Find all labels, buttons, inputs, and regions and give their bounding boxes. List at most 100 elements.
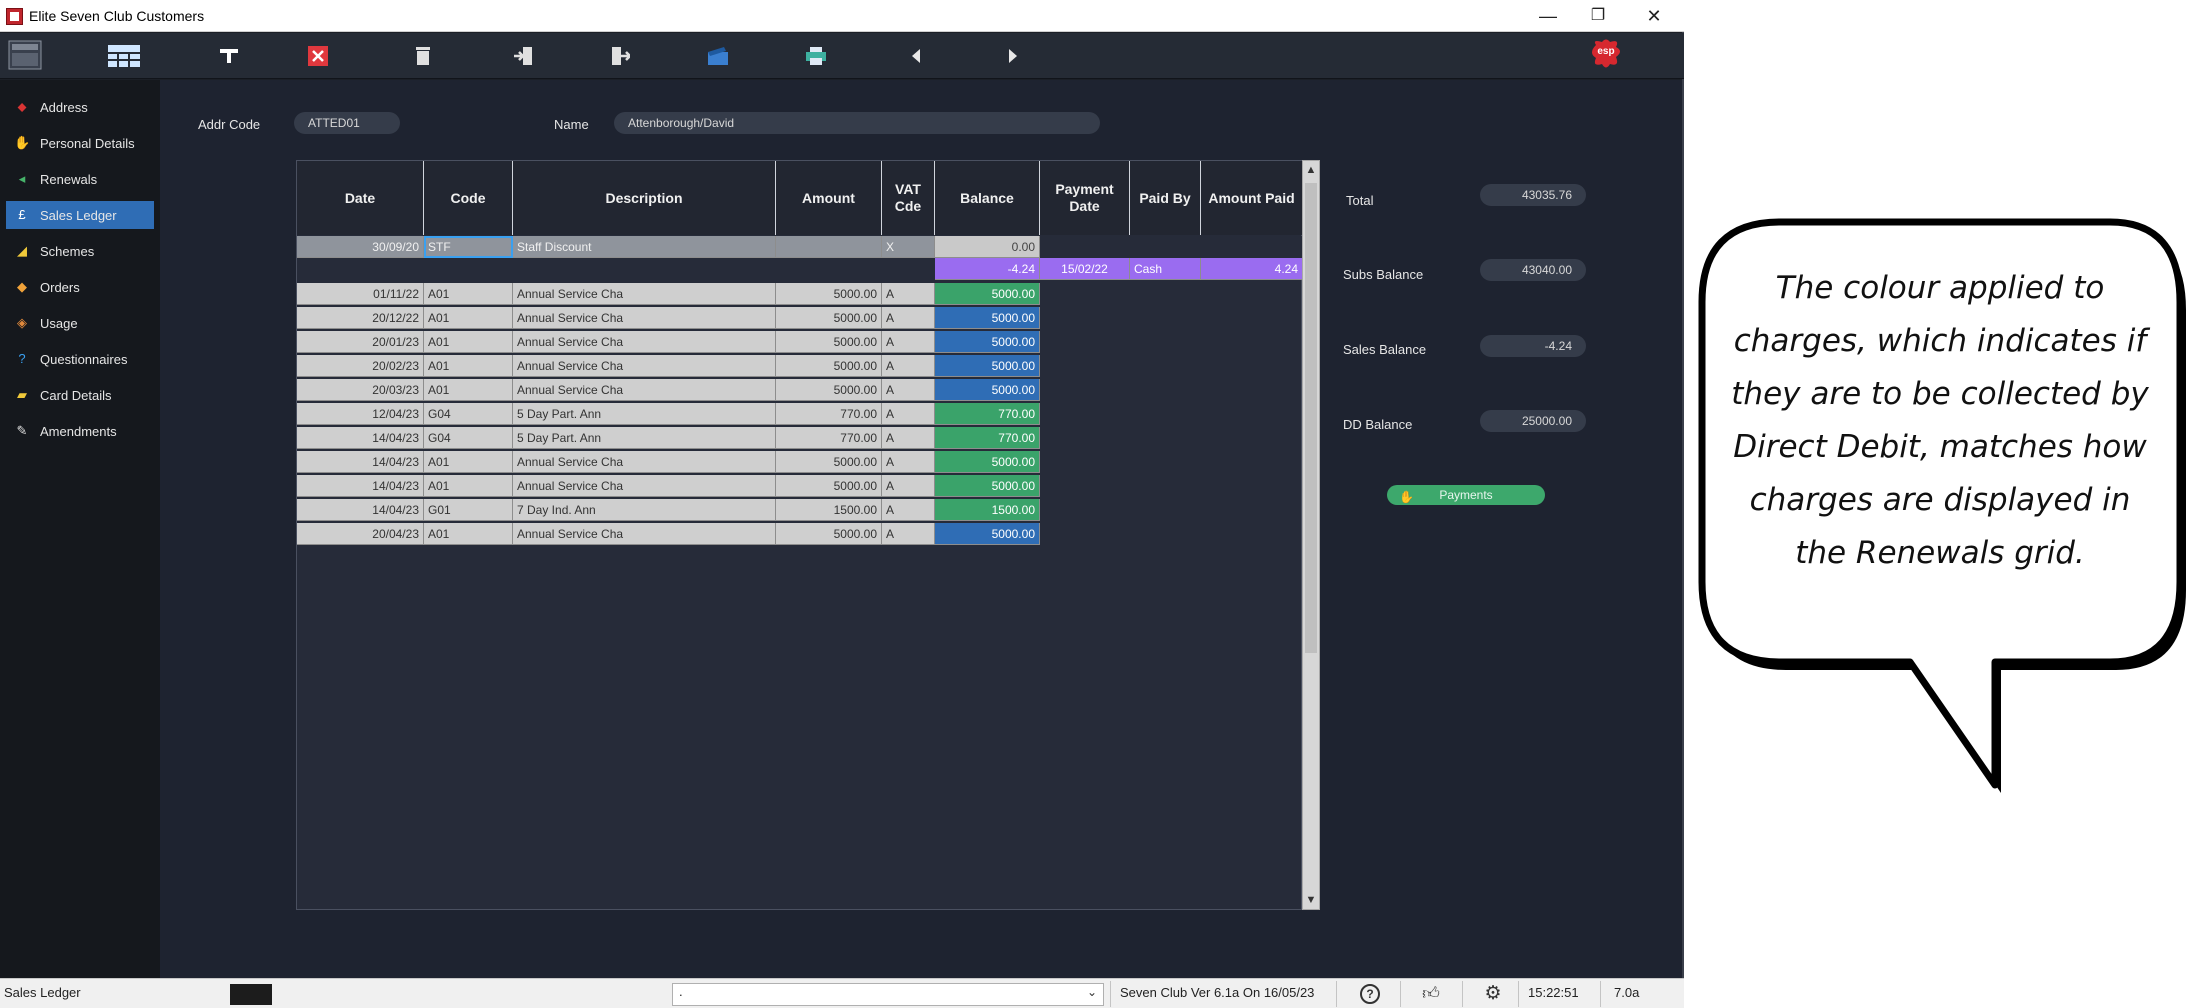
ledger-cell-amount[interactable] bbox=[776, 236, 882, 258]
ledger-cell-balance[interactable]: 5000.00 bbox=[935, 283, 1040, 305]
ledger-cell-amount[interactable]: 1500.00 bbox=[776, 499, 882, 521]
sidebar-item-schemes[interactable]: ◢ Schemes bbox=[6, 237, 154, 265]
ledger-cell-vat[interactable]: A bbox=[882, 379, 935, 401]
payments-button[interactable]: ✋ Payments bbox=[1387, 485, 1545, 505]
ledger-cell-balance[interactable]: 5000.00 bbox=[935, 523, 1040, 545]
ledger-cell-date[interactable]: 14/04/23 bbox=[297, 475, 424, 497]
ledger-cell-vat[interactable]: A bbox=[882, 451, 935, 473]
ledger-cell-paid-by[interactable]: Cash bbox=[1130, 258, 1201, 280]
ledger-cell-date[interactable]: 14/04/23 bbox=[297, 451, 424, 473]
ledger-cell-vat[interactable]: A bbox=[882, 427, 935, 449]
ledger-cell-vat[interactable]: A bbox=[882, 283, 935, 305]
ledger-cell-balance[interactable]: 0.00 bbox=[935, 236, 1040, 258]
ledger-cell-date[interactable]: 14/04/23 bbox=[297, 427, 424, 449]
ledger-cell-date[interactable]: 12/04/23 bbox=[297, 403, 424, 425]
ledger-cell-vat[interactable]: A bbox=[882, 355, 935, 377]
ledger-cell-description[interactable]: Annual Service Cha bbox=[513, 523, 776, 545]
scroll-thumb[interactable] bbox=[1305, 183, 1317, 653]
name-field[interactable]: Attenborough/David bbox=[614, 112, 1100, 134]
grid-view-icon[interactable] bbox=[106, 42, 142, 70]
ledger-cell-date[interactable]: 20/01/23 bbox=[297, 331, 424, 353]
column-header-balance[interactable]: Balance bbox=[935, 161, 1040, 235]
ledger-cell-description[interactable]: 5 Day Part. Ann bbox=[513, 403, 776, 425]
ledger-cell-description[interactable]: Annual Service Cha bbox=[513, 331, 776, 353]
ledger-cell-vat[interactable]: A bbox=[882, 475, 935, 497]
minimize-button[interactable]: — bbox=[1530, 4, 1566, 28]
ledger-cell-balance[interactable]: 5000.00 bbox=[935, 331, 1040, 353]
status-dropdown[interactable]: . ⌄ bbox=[672, 983, 1104, 1006]
ledger-cell-vat[interactable]: X bbox=[882, 236, 935, 258]
sidebar-item-personal-details[interactable]: ✋ Personal Details bbox=[6, 129, 154, 157]
ledger-cell-code[interactable]: STF bbox=[424, 236, 513, 258]
ledger-cell-amount[interactable]: 5000.00 bbox=[776, 307, 882, 329]
ledger-cell-description[interactable]: Annual Service Cha bbox=[513, 307, 776, 329]
ledger-cell-balance[interactable]: 5000.00 bbox=[935, 307, 1040, 329]
ledger-cell-vat[interactable]: A bbox=[882, 523, 935, 545]
ledger-cell-date[interactable]: 14/04/23 bbox=[297, 499, 424, 521]
ledger-cell-balance[interactable]: 5000.00 bbox=[935, 451, 1040, 473]
ledger-cell-description[interactable]: Annual Service Cha bbox=[513, 475, 776, 497]
print-icon[interactable] bbox=[801, 42, 831, 70]
export-icon[interactable] bbox=[606, 42, 636, 70]
ledger-cell-amount[interactable]: 5000.00 bbox=[776, 283, 882, 305]
ledger-cell-balance[interactable]: 5000.00 bbox=[935, 355, 1040, 377]
ledger-cell-amount[interactable]: 5000.00 bbox=[776, 379, 882, 401]
clapper-icon[interactable] bbox=[703, 42, 733, 70]
ledger-cell-amount[interactable]: 5000.00 bbox=[776, 355, 882, 377]
help-icon[interactable]: ? bbox=[1360, 984, 1380, 1004]
ledger-cell-date[interactable]: 20/02/23 bbox=[297, 355, 424, 377]
ledger-cell-balance[interactable]: 5000.00 bbox=[935, 379, 1040, 401]
scroll-down-icon[interactable]: ▼ bbox=[1303, 891, 1319, 909]
ledger-cell-description[interactable]: 7 Day Ind. Ann bbox=[513, 499, 776, 521]
ledger-cell-amount[interactable]: 5000.00 bbox=[776, 451, 882, 473]
ledger-cell-code[interactable]: A01 bbox=[424, 307, 513, 329]
ledger-cell-description[interactable]: Annual Service Cha bbox=[513, 283, 776, 305]
import-icon[interactable] bbox=[508, 42, 538, 70]
previous-icon[interactable] bbox=[901, 42, 931, 70]
ledger-cell-description[interactable]: Annual Service Cha bbox=[513, 355, 776, 377]
ledger-cell-code[interactable]: A01 bbox=[424, 283, 513, 305]
restore-button[interactable]: ❐ bbox=[1580, 4, 1616, 28]
ledger-cell-date[interactable]: 20/03/23 bbox=[297, 379, 424, 401]
ledger-cell-balance[interactable]: 770.00 bbox=[935, 403, 1040, 425]
ledger-cell-code[interactable]: A01 bbox=[424, 475, 513, 497]
column-header-date[interactable]: Date bbox=[297, 161, 424, 235]
ledger-cell-amount[interactable]: 5000.00 bbox=[776, 331, 882, 353]
ledger-cell-description[interactable]: 5 Day Part. Ann bbox=[513, 427, 776, 449]
ledger-cell-date[interactable]: 20/12/22 bbox=[297, 307, 424, 329]
thumbs-up-icon[interactable]: 👍︎ bbox=[1420, 983, 1442, 1005]
settings-gear-icon[interactable]: ⚙ bbox=[1482, 983, 1504, 1005]
ledger-cell-paid-by[interactable] bbox=[1130, 236, 1201, 258]
sidebar-item-usage[interactable]: ◈ Usage bbox=[6, 309, 154, 337]
ledger-cell-pay-date[interactable] bbox=[1040, 236, 1130, 258]
ledger-cell-vat[interactable]: A bbox=[882, 307, 935, 329]
addr-code-field[interactable]: ATTED01 bbox=[294, 112, 400, 134]
sidebar-item-address[interactable]: ⬥ Address bbox=[6, 93, 154, 121]
trash-icon[interactable] bbox=[408, 42, 438, 70]
close-button[interactable]: ✕ bbox=[1636, 4, 1672, 28]
column-header-amount[interactable]: Amount bbox=[776, 161, 882, 235]
ledger-cell-vat[interactable]: A bbox=[882, 331, 935, 353]
ledger-cell-amount[interactable]: 5000.00 bbox=[776, 523, 882, 545]
ledger-cell-code[interactable]: A01 bbox=[424, 379, 513, 401]
column-header-code[interactable]: Code bbox=[424, 161, 513, 235]
ledger-cell-date[interactable]: 01/11/22 bbox=[297, 283, 424, 305]
ledger-cell-date[interactable]: 20/04/23 bbox=[297, 523, 424, 545]
delete-record-icon[interactable] bbox=[303, 42, 333, 70]
ledger-cell-balance[interactable]: -4.24 bbox=[935, 258, 1040, 280]
ledger-cell-code[interactable]: A01 bbox=[424, 331, 513, 353]
ledger-cell-vat[interactable]: A bbox=[882, 403, 935, 425]
column-header-amount-paid[interactable]: Amount Paid bbox=[1201, 161, 1303, 235]
ledger-cell-balance[interactable]: 770.00 bbox=[935, 427, 1040, 449]
ledger-cell-amount[interactable]: 770.00 bbox=[776, 427, 882, 449]
ledger-cell-amount-paid[interactable] bbox=[1201, 236, 1303, 258]
sidebar-item-questionnaires[interactable]: ? Questionnaires bbox=[6, 345, 154, 373]
ledger-cell-vat[interactable]: A bbox=[882, 499, 935, 521]
ledger-cell-balance[interactable]: 5000.00 bbox=[935, 475, 1040, 497]
sidebar-item-amendments[interactable]: ✎ Amendments bbox=[6, 417, 154, 445]
ledger-cell-code[interactable]: G01 bbox=[424, 499, 513, 521]
column-header-description[interactable]: Description bbox=[513, 161, 776, 235]
ledger-cell-date[interactable]: 30/09/20 bbox=[297, 236, 424, 258]
ledger-cell-code[interactable]: G04 bbox=[424, 403, 513, 425]
column-header-pay-date[interactable]: Payment Date bbox=[1040, 161, 1130, 235]
